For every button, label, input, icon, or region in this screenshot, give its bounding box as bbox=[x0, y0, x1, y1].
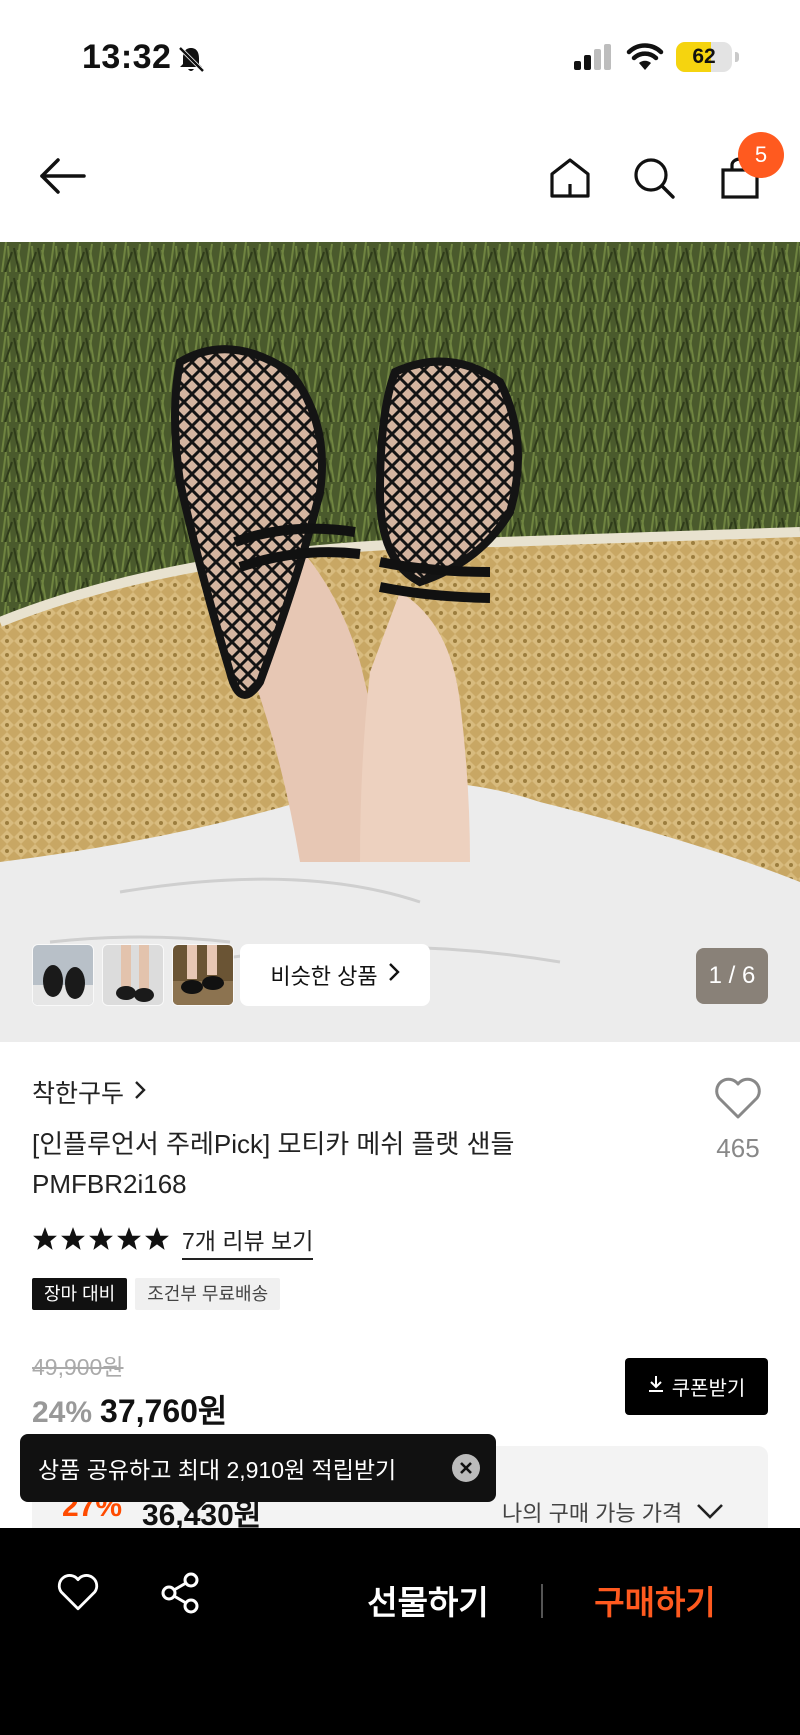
similar-products-label: 비슷한 상품 bbox=[270, 964, 378, 989]
download-icon bbox=[648, 1375, 664, 1399]
divider bbox=[541, 1584, 543, 1618]
battery-indicator: 62 bbox=[676, 42, 739, 72]
chevron-right-icon bbox=[388, 962, 400, 988]
heart-icon bbox=[713, 1077, 763, 1124]
star-icon bbox=[144, 1226, 170, 1257]
product-image-carousel[interactable]: 비슷한 상품 1 / 6 bbox=[0, 242, 800, 1042]
cart-count-badge: 5 bbox=[738, 132, 784, 178]
thumbnail-1[interactable] bbox=[32, 944, 94, 1006]
back-arrow-icon[interactable] bbox=[38, 156, 86, 201]
review-link[interactable]: 7개 리뷰 보기 bbox=[182, 1222, 314, 1260]
discount-rate: 24% bbox=[32, 1396, 93, 1429]
bell-muted-icon bbox=[176, 44, 206, 79]
my-price-label: 나의 구매 가능 가격 bbox=[502, 1501, 683, 1526]
wishlist-button[interactable]: 465 bbox=[708, 1076, 768, 1164]
home-icon[interactable] bbox=[548, 156, 592, 205]
product-title: [인플루언서 주레Pick] 모티카 메쉬 플랫 샌들 PMFBR2i168 bbox=[32, 1129, 515, 1199]
tag-free-shipping: 조건부 무료배송 bbox=[135, 1278, 281, 1310]
share-icon[interactable] bbox=[160, 1572, 202, 1619]
star-icon bbox=[32, 1226, 58, 1257]
status-bar: 13:32 62 bbox=[0, 0, 800, 110]
tag-rainy-season: 장마 대비 bbox=[32, 1278, 128, 1310]
star-icon bbox=[116, 1226, 142, 1257]
star-icon bbox=[60, 1226, 86, 1257]
original-price: 49,900원 bbox=[32, 1354, 124, 1380]
star-icon bbox=[88, 1226, 114, 1257]
top-nav: 5 bbox=[0, 110, 800, 242]
product-photo bbox=[0, 242, 800, 1042]
brand-link[interactable]: 착한구두 bbox=[32, 1074, 146, 1110]
thumbnail-2[interactable] bbox=[102, 944, 164, 1006]
chevron-down-icon bbox=[696, 1499, 724, 1525]
wifi-icon bbox=[626, 42, 664, 77]
status-time: 13:32 bbox=[82, 38, 172, 76]
heart-icon[interactable] bbox=[56, 1572, 100, 1617]
toast-text: 상품 공유하고 최대 2,910원 적립받기 bbox=[38, 1457, 397, 1483]
thumbnail-strip bbox=[32, 944, 234, 1006]
chevron-right-icon bbox=[134, 1078, 146, 1107]
share-reward-toast: 상품 공유하고 최대 2,910원 적립받기 bbox=[20, 1434, 496, 1514]
battery-level: 62 bbox=[692, 45, 716, 68]
rating-row: 7개 리뷰 보기 bbox=[32, 1222, 314, 1260]
bottom-action-bar: 선물하기 구매하기 bbox=[0, 1528, 800, 1735]
image-pager: 1 / 6 bbox=[696, 948, 768, 1004]
gift-button[interactable]: 선물하기 bbox=[340, 1576, 516, 1624]
like-count: 465 bbox=[716, 1133, 760, 1163]
my-price-toggle[interactable]: 나의 구매 가능 가격 bbox=[502, 1496, 724, 1528]
thumbnail-3[interactable] bbox=[172, 944, 234, 1006]
sale-price: 37,760원 bbox=[100, 1393, 228, 1429]
coupon-download-button[interactable]: 쿠폰받기 bbox=[625, 1358, 768, 1415]
cellular-signal-icon bbox=[574, 44, 614, 75]
brand-name: 착한구두 bbox=[32, 1080, 125, 1108]
product-tags: 장마 대비 조건부 무료배송 bbox=[32, 1278, 281, 1310]
coupon-label: 쿠폰받기 bbox=[671, 1378, 746, 1400]
buy-button[interactable]: 구매하기 bbox=[570, 1576, 740, 1624]
search-icon[interactable] bbox=[632, 156, 676, 205]
close-icon[interactable] bbox=[452, 1454, 480, 1482]
price-row: 24% 37,760원 bbox=[32, 1386, 227, 1432]
similar-products-button[interactable]: 비슷한 상품 bbox=[240, 944, 430, 1006]
